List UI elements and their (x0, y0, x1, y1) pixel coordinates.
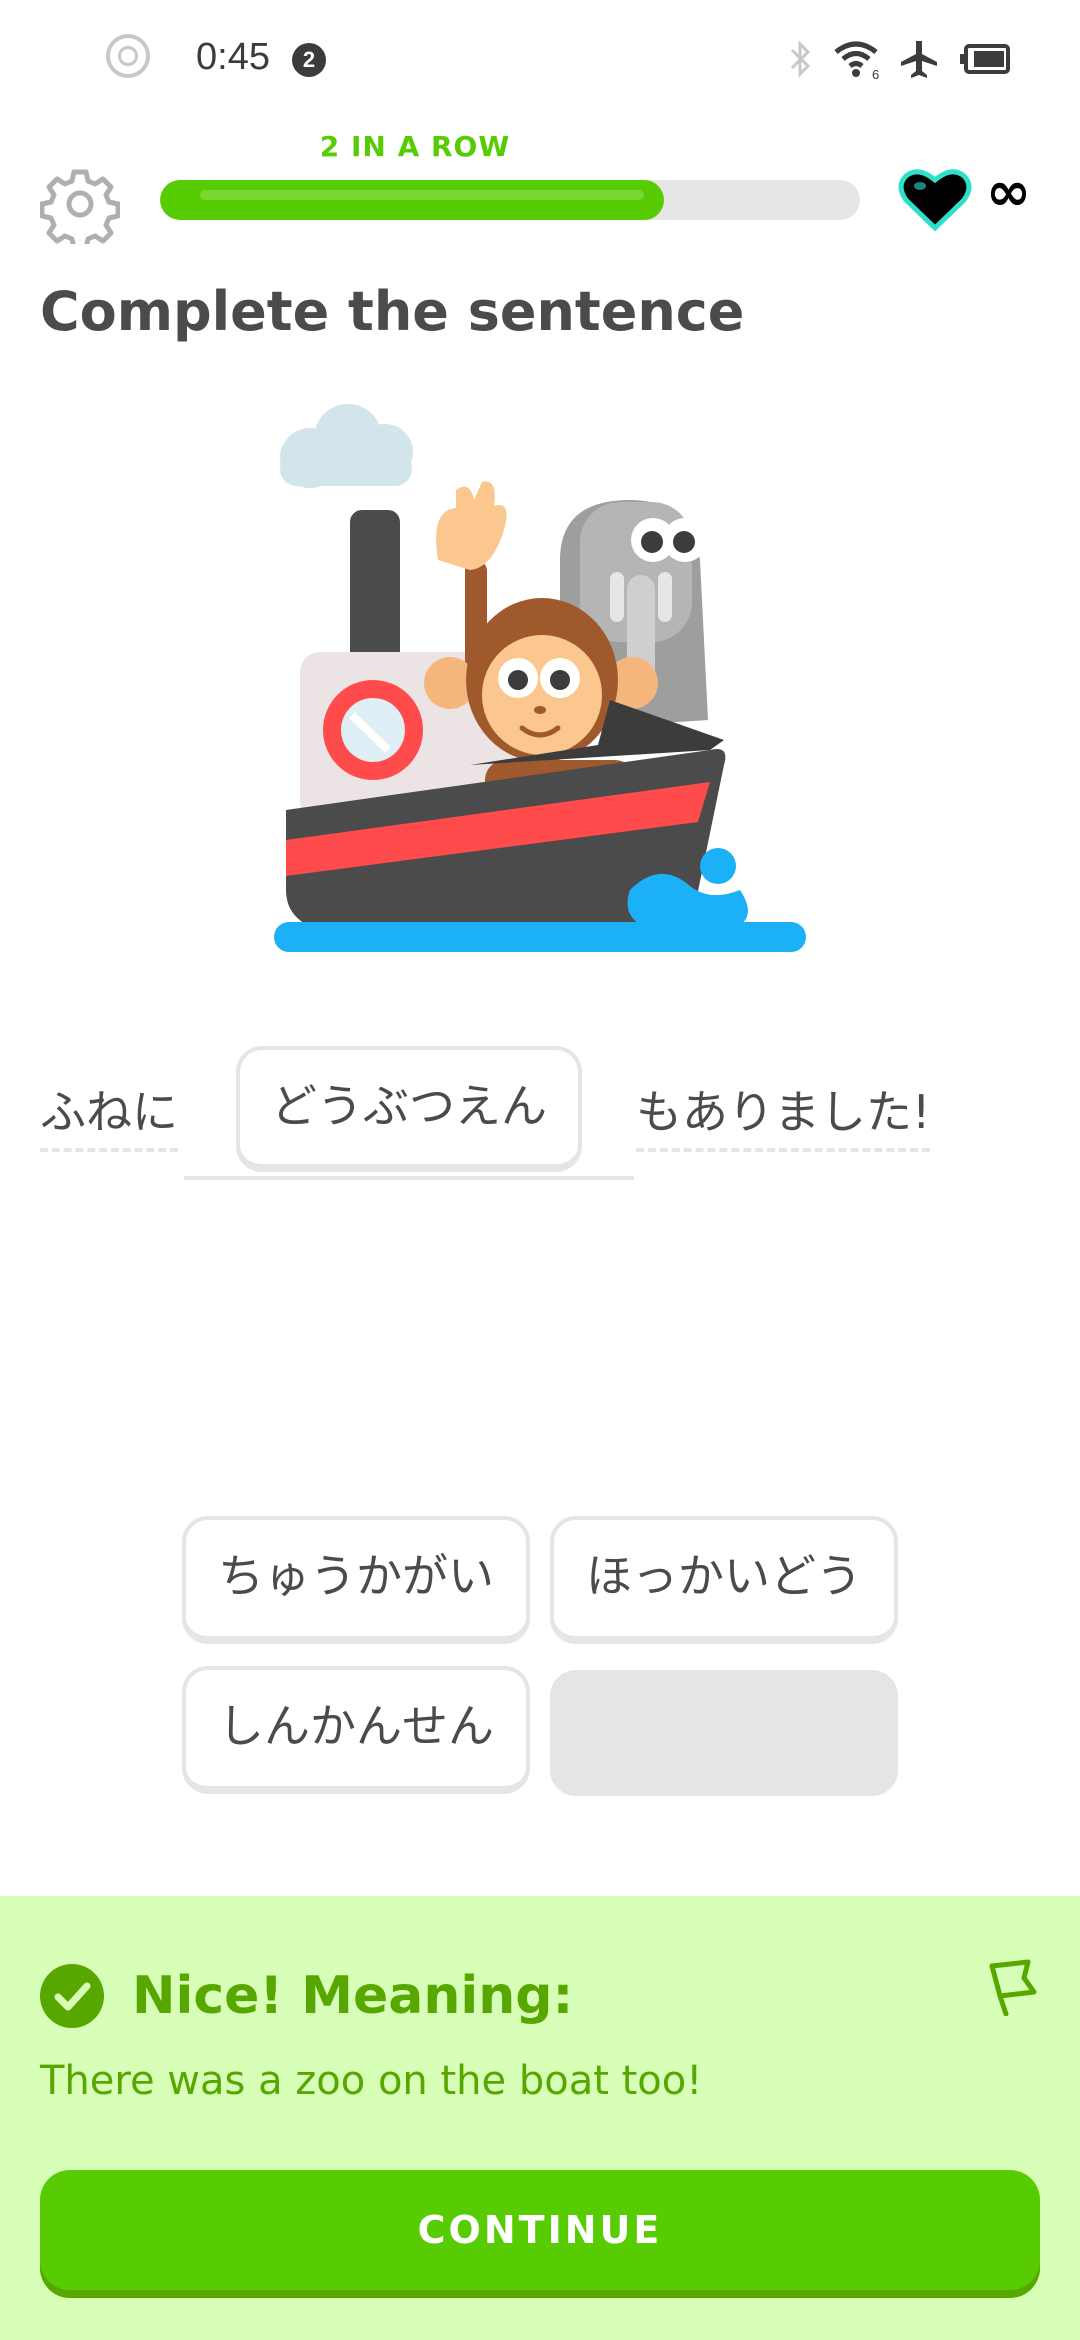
settings-gear-icon[interactable] (39, 164, 121, 251)
feedback-meaning: There was a zoo on the boat too! (40, 2058, 703, 2104)
airplane-icon (901, 41, 937, 78)
sentence-area: ふねに どうぶつえん もありました! (40, 1040, 1040, 1190)
progress-fill (160, 180, 664, 220)
feedback-title: Nice! Meaning: (132, 1966, 574, 2026)
streak-label: 2 IN A ROW (319, 130, 511, 163)
word-bank-option-2[interactable]: ほっかいどう (550, 1516, 898, 1644)
wifi-sub-label: 6 (872, 67, 879, 80)
report-flag-icon[interactable] (984, 1956, 1040, 2017)
check-icon (40, 1964, 104, 2028)
challenge-title: Complete the sentence (40, 280, 745, 343)
status-circle-icon (106, 34, 150, 78)
word-bank-option-3[interactable]: しんかんせん (182, 1666, 530, 1794)
feedback-panel: Nice! Meaning: There was a zoo on the bo… (0, 1896, 1080, 2340)
heart-icon[interactable] (898, 166, 972, 234)
answer-blank-line (184, 1176, 634, 1180)
progress-shine (200, 190, 644, 200)
sentence-word-before[interactable]: ふねに (40, 1076, 178, 1152)
unlimited-hearts-label: ∞ (986, 160, 1031, 223)
word-bank-option-1[interactable]: ちゅうかがい (182, 1516, 530, 1644)
word-bank-used-slot (550, 1670, 898, 1796)
status-icons: 6 (788, 34, 1010, 84)
notification-count-badge: 2 (292, 43, 326, 77)
battery-icon (960, 44, 1010, 74)
lesson-progress-bar (160, 180, 860, 220)
bluetooth-icon (790, 40, 811, 78)
selected-answer-chip[interactable]: どうぶつえん (236, 1046, 582, 1172)
wifi-icon: 6 (834, 41, 879, 80)
boat-illustration (260, 390, 820, 970)
continue-button[interactable]: CONTINUE (40, 2170, 1040, 2290)
status-time: 0:45 (196, 36, 270, 78)
status-bar: 0:45 2 6 (0, 0, 1080, 120)
sentence-word-after[interactable]: もありました! (636, 1076, 931, 1152)
